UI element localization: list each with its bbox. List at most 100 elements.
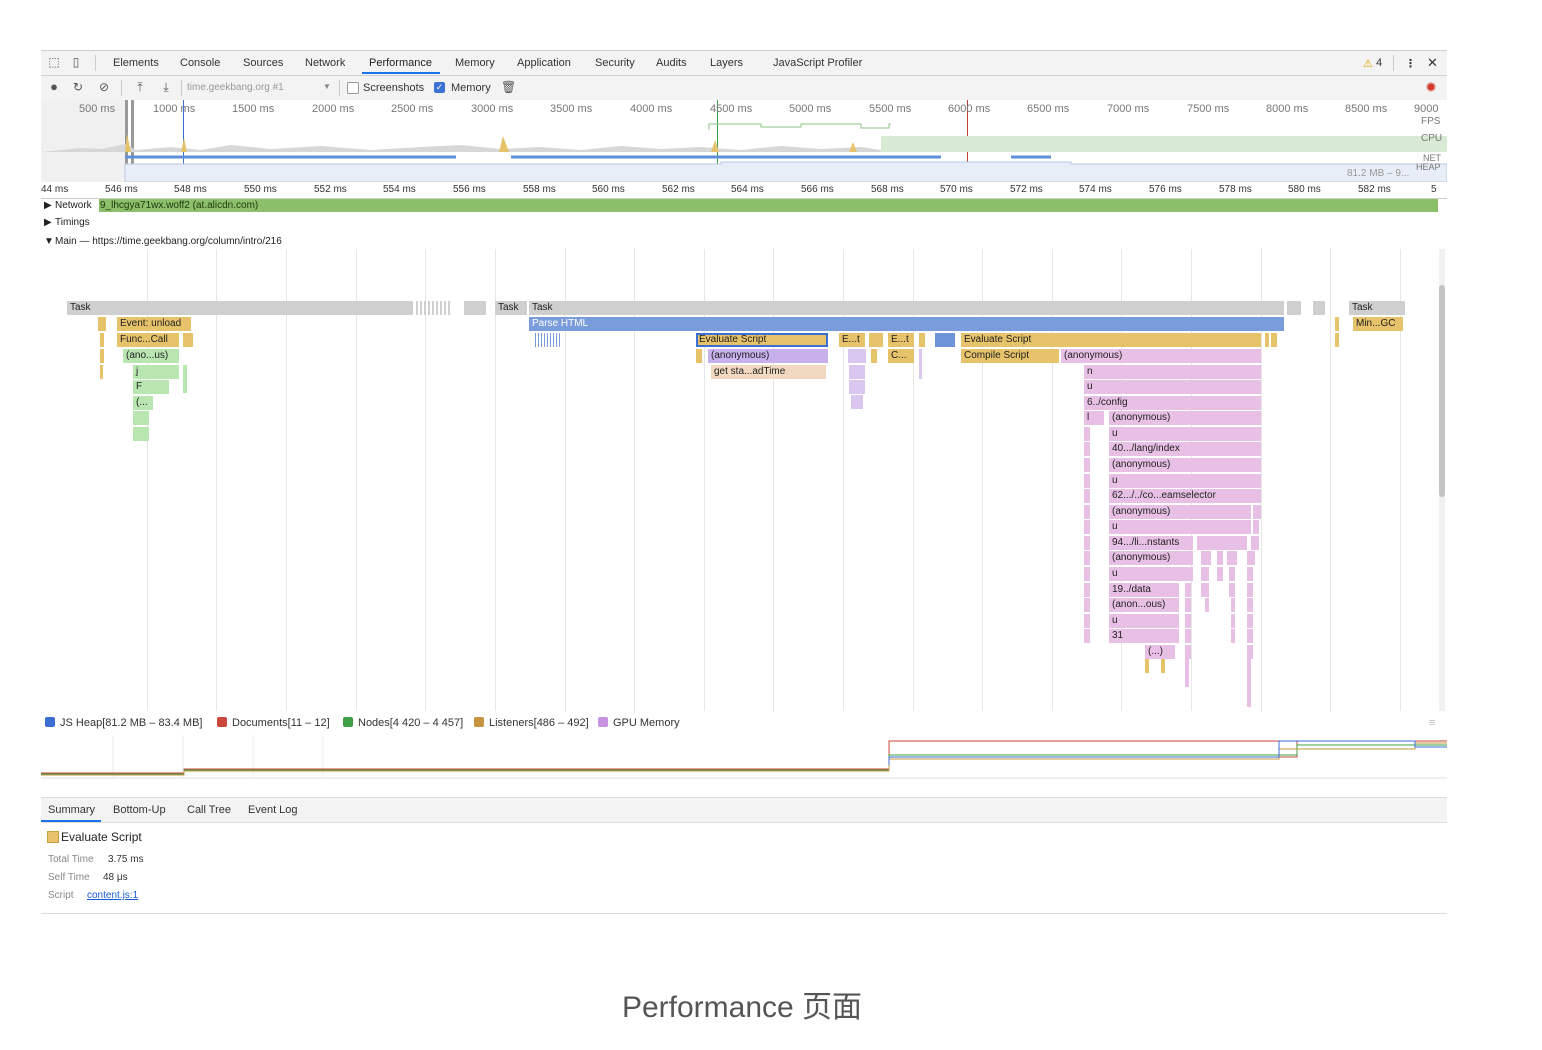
- flame-sliver[interactable]: [183, 333, 193, 347]
- flame-compile-script[interactable]: Compile Script: [961, 349, 1059, 363]
- flame-config[interactable]: 6../config: [1084, 396, 1261, 410]
- flame-event-unload[interactable]: Event: unload: [117, 317, 191, 331]
- flame-evaluate-script-selected[interactable]: Evaluate Script: [696, 333, 828, 347]
- flame-fn-paren[interactable]: (...: [133, 396, 153, 410]
- clear-icon[interactable]: ⊘: [97, 80, 111, 94]
- flame-task[interactable]: Task: [495, 301, 527, 315]
- flame-pink-sliver[interactable]: [1247, 659, 1251, 707]
- flame-pink-sliver[interactable]: [1185, 583, 1191, 597]
- flame-fn-31[interactable]: 31: [1109, 629, 1179, 643]
- flame-sliver[interactable]: [851, 395, 863, 409]
- gear-icon[interactable]: ✹: [1424, 80, 1438, 94]
- flame-fn-f[interactable]: F: [133, 380, 169, 394]
- flame-pink-sliver[interactable]: [1247, 567, 1253, 581]
- flame-task[interactable]: Task: [1349, 301, 1405, 315]
- legend-documents[interactable]: Documents[11 – 12]: [217, 717, 330, 729]
- flame-constants[interactable]: 94.../li...nstants: [1109, 536, 1193, 550]
- warning-count[interactable]: 4: [1376, 57, 1382, 69]
- flame-sliver[interactable]: [1335, 333, 1339, 347]
- timings-track[interactable]: ▶ Timings: [41, 216, 1447, 230]
- flame-green-sliver[interactable]: [133, 411, 149, 425]
- collapse-triangle-icon[interactable]: ▼: [44, 236, 54, 247]
- tab-javascript-profiler[interactable]: JavaScript Profiler: [773, 57, 862, 69]
- flame-fn-u[interactable]: u: [1109, 474, 1261, 488]
- flame-anonymous-pink[interactable]: (anonymous): [1109, 505, 1251, 519]
- tab-security[interactable]: Security: [595, 57, 635, 69]
- tab-elements[interactable]: Elements: [113, 57, 159, 69]
- flame-anonymous[interactable]: (anonymous): [708, 349, 828, 363]
- tab-event-log[interactable]: Event Log: [248, 804, 298, 816]
- tab-sources[interactable]: Sources: [243, 57, 283, 69]
- flame-sliver[interactable]: [919, 333, 925, 347]
- flame-evaluate-script-short[interactable]: E...t: [839, 333, 865, 347]
- flame-pink-sliver[interactable]: [1231, 629, 1235, 643]
- flame-pink-sliver[interactable]: [1084, 536, 1090, 550]
- flame-sliver[interactable]: [696, 349, 702, 363]
- flame-parse-html[interactable]: Parse HTML: [529, 317, 1284, 331]
- flame-sliver[interactable]: [848, 349, 866, 363]
- flame-fn-n[interactable]: n: [1084, 365, 1261, 379]
- record-icon[interactable]: ●: [47, 80, 61, 94]
- flame-anonymous-pink[interactable]: (anonymous): [1109, 411, 1261, 425]
- flame-fn-u[interactable]: u: [1084, 380, 1261, 394]
- flame-task-sliver[interactable]: [464, 301, 486, 315]
- expand-triangle-icon[interactable]: ▶: [44, 217, 52, 228]
- flame-sliver[interactable]: [869, 333, 883, 347]
- close-icon[interactable]: ✕: [1427, 55, 1438, 71]
- flame-green-sliver[interactable]: [183, 365, 187, 393]
- flame-pink-sliver[interactable]: [1084, 583, 1090, 597]
- flame-get-start-load-time[interactable]: get sta...adTime: [711, 365, 826, 379]
- flame-fn-u[interactable]: u: [1109, 614, 1179, 628]
- flame-pink-sliver[interactable]: [1084, 505, 1090, 519]
- flame-pink-sliver[interactable]: [1084, 598, 1090, 612]
- legend-nodes[interactable]: Nodes[4 420 – 4 457]: [343, 717, 463, 729]
- checkbox-icon[interactable]: [474, 717, 484, 727]
- flame-pink-sliver[interactable]: [1247, 598, 1253, 612]
- upload-icon[interactable]: ⤒: [133, 80, 147, 94]
- flame-pink-sliver[interactable]: [1247, 629, 1253, 643]
- download-icon[interactable]: ⤓: [159, 80, 173, 94]
- flame-pink-sliver[interactable]: [1251, 536, 1259, 550]
- flame-pink-sliver[interactable]: [1084, 520, 1090, 534]
- tab-call-tree[interactable]: Call Tree: [187, 804, 231, 816]
- flame-evaluate-script-short[interactable]: E...t: [888, 333, 914, 347]
- profile-select[interactable]: time.geekbang.org #1: [187, 82, 284, 93]
- flame-sliver[interactable]: [100, 333, 104, 347]
- script-link[interactable]: content.js:1: [87, 890, 138, 901]
- tab-summary[interactable]: Summary: [48, 804, 95, 816]
- flame-task[interactable]: Task: [67, 301, 413, 315]
- flame-sliver[interactable]: [1271, 333, 1277, 347]
- legend-js-heap[interactable]: JS Heap[81.2 MB – 83.4 MB]: [45, 717, 202, 729]
- flame-pink-sliver[interactable]: [1201, 583, 1209, 597]
- flame-task[interactable]: Task: [529, 301, 1284, 315]
- flame-fn-paren-pink[interactable]: (...): [1145, 645, 1175, 659]
- chevron-down-icon[interactable]: ▼: [323, 82, 331, 91]
- more-menu-icon[interactable]: ⋮: [1405, 57, 1416, 70]
- flame-chart[interactable]: Task Task Task Task Event: unload Parse …: [41, 249, 1447, 711]
- screenshots-checkbox[interactable]: [347, 82, 359, 94]
- flame-sliver[interactable]: [919, 349, 922, 379]
- tab-console[interactable]: Console: [180, 57, 220, 69]
- flame-pink-sliver[interactable]: [1217, 567, 1223, 581]
- flame-green-sliver[interactable]: [133, 427, 149, 441]
- flame-pink-sliver[interactable]: [1185, 629, 1191, 643]
- flame-pink-block[interactable]: [1197, 536, 1247, 550]
- tab-layers[interactable]: Layers: [710, 57, 743, 69]
- expand-triangle-icon[interactable]: ▶: [44, 200, 52, 211]
- flame-sliver[interactable]: [849, 365, 865, 379]
- flame-task-sliver[interactable]: [1287, 301, 1301, 315]
- tab-application[interactable]: Application: [517, 57, 571, 69]
- flame-scrollbar-thumb[interactable]: [1439, 285, 1445, 497]
- flame-pink-sliver[interactable]: [1227, 551, 1237, 565]
- flame-pink-sliver[interactable]: [1201, 567, 1209, 581]
- flame-streamselector[interactable]: 62.../../co...eamselector: [1109, 489, 1261, 503]
- flame-pink-sliver[interactable]: [1229, 567, 1235, 581]
- tab-bottom-up[interactable]: Bottom-Up: [113, 804, 166, 816]
- flame-task-sliver[interactable]: [1313, 301, 1325, 315]
- flame-anonymous-pink[interactable]: (anonymous): [1061, 349, 1261, 363]
- inspect-element-icon[interactable]: ⬚: [47, 55, 61, 69]
- flame-pink-sliver[interactable]: [1201, 551, 1211, 565]
- flame-pink-sliver[interactable]: [1247, 614, 1253, 628]
- flame-pink-sliver[interactable]: [1231, 598, 1235, 612]
- flame-pink-sliver[interactable]: [1084, 567, 1090, 581]
